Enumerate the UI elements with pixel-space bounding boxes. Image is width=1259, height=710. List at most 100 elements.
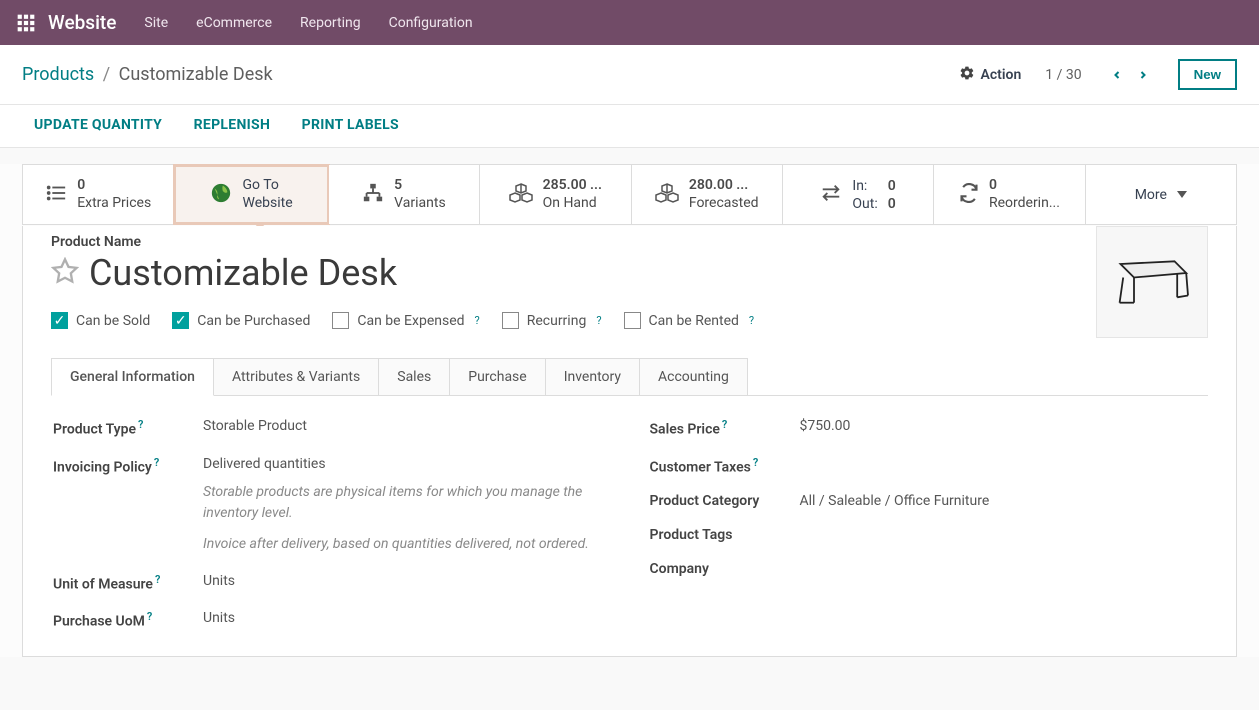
- nav-ecommerce[interactable]: eCommerce: [196, 15, 272, 31]
- check-recurring[interactable]: Recurring?: [502, 312, 602, 329]
- checkbox-icon: [502, 312, 519, 329]
- breadcrumb: Products / Customizable Desk: [22, 64, 273, 85]
- stat-in-out[interactable]: In: 0 Out: 0: [783, 165, 934, 224]
- stat-extra-prices-value: 0: [77, 177, 151, 195]
- top-navbar: Website Site eCommerce Reporting Configu…: [0, 0, 1259, 45]
- check-sold-label: Can be Sold: [76, 313, 150, 329]
- stat-button-row: 0 Extra Prices Go To Website 5 Variants: [22, 164, 1237, 225]
- check-can-be-rented[interactable]: Can be Rented?: [624, 312, 755, 329]
- replenish-link[interactable]: REPLENISH: [194, 117, 271, 133]
- new-button[interactable]: New: [1178, 59, 1237, 90]
- check-can-be-sold[interactable]: ✓ Can be Sold: [51, 312, 150, 329]
- pager-prev[interactable]: [1106, 64, 1128, 86]
- uom-value[interactable]: Units: [203, 573, 610, 589]
- stat-on-hand[interactable]: 285.00 ... On Hand: [480, 165, 631, 224]
- print-labels-link[interactable]: PRINT LABELS: [302, 117, 399, 133]
- product-name-value[interactable]: Customizable Desk: [89, 252, 397, 294]
- product-category-value[interactable]: All / Saleable / Office Furniture: [800, 493, 1207, 509]
- help-icon[interactable]: ?: [753, 456, 758, 469]
- check-purchased-label: Can be Purchased: [197, 313, 310, 329]
- help-icon[interactable]: ?: [154, 456, 159, 469]
- invoicing-policy-label: Invoicing Policy: [53, 459, 152, 475]
- customer-taxes-label: Customer Taxes: [650, 459, 751, 475]
- checkbox-icon: [332, 312, 349, 329]
- breadcrumb-products[interactable]: Products: [22, 64, 94, 85]
- invoicing-policy-value[interactable]: Delivered quantities: [203, 456, 610, 472]
- purchase-uom-label: Purchase UoM: [53, 614, 145, 630]
- stat-in-value: 0: [888, 178, 896, 194]
- nav-configuration[interactable]: Configuration: [389, 15, 473, 31]
- transfer-icon: [820, 184, 842, 206]
- tab-purchase[interactable]: Purchase: [449, 358, 545, 396]
- nav-site[interactable]: Site: [144, 15, 168, 31]
- stat-variants-value: 5: [394, 177, 446, 195]
- app-brand[interactable]: Website: [48, 11, 116, 34]
- stat-go-to-website-line1: Go To: [242, 177, 292, 195]
- sitemap-icon: [362, 182, 384, 208]
- form-tabs: General Information Attributes & Variant…: [51, 358, 1208, 396]
- help-icon[interactable]: ?: [147, 610, 152, 623]
- nav-reporting[interactable]: Reporting: [300, 15, 361, 31]
- stat-go-to-website-line2: Website: [242, 195, 292, 213]
- stat-variants-label: Variants: [394, 195, 446, 213]
- sales-price-value[interactable]: $750.00: [800, 418, 1207, 434]
- checkbox-icon: ✓: [51, 312, 68, 329]
- invoicing-policy-note: Invoice after delivery, based on quantit…: [203, 534, 610, 555]
- check-rented-label: Can be Rented: [649, 313, 739, 329]
- help-icon[interactable]: ?: [749, 314, 754, 327]
- tab-inventory[interactable]: Inventory: [545, 358, 640, 396]
- gear-icon: [959, 65, 975, 85]
- purchase-uom-value[interactable]: Units: [203, 610, 610, 626]
- refresh-icon: [959, 183, 979, 207]
- help-icon[interactable]: ?: [722, 418, 727, 431]
- favorite-star-icon[interactable]: [51, 257, 79, 289]
- stat-reordering-label: Reorderin...: [989, 195, 1060, 213]
- product-name-label: Product Name: [51, 234, 1096, 250]
- check-can-be-purchased[interactable]: ✓ Can be Purchased: [172, 312, 310, 329]
- stat-out-label: Out:: [852, 196, 877, 212]
- tab-general-information[interactable]: General Information: [51, 358, 214, 396]
- stat-extra-prices-label: Extra Prices: [77, 195, 151, 213]
- pager-next[interactable]: [1132, 64, 1154, 86]
- stat-more-label: More: [1135, 187, 1167, 203]
- check-expensed-label: Can be Expensed: [357, 313, 464, 329]
- stat-on-hand-value: 285.00 ...: [543, 177, 602, 195]
- check-can-be-expensed[interactable]: Can be Expensed?: [332, 312, 479, 329]
- stat-on-hand-label: On Hand: [543, 195, 602, 213]
- check-recurring-label: Recurring: [527, 313, 587, 329]
- tab-attributes-variants[interactable]: Attributes & Variants: [213, 358, 379, 396]
- help-icon[interactable]: ?: [475, 314, 480, 327]
- caret-down-icon: [1177, 187, 1187, 203]
- action-links-row: UPDATE QUANTITY REPLENISH PRINT LABELS: [0, 105, 1259, 148]
- product-image[interactable]: [1096, 226, 1208, 338]
- action-dropdown[interactable]: Action: [959, 65, 1022, 85]
- stat-more[interactable]: More: [1086, 165, 1236, 224]
- general-info-panel: Product Type? Storable Product Invoicing…: [51, 395, 1208, 648]
- tab-sales[interactable]: Sales: [378, 358, 450, 396]
- update-quantity-link[interactable]: UPDATE QUANTITY: [34, 117, 162, 133]
- help-icon[interactable]: ?: [596, 314, 601, 327]
- apps-icon[interactable]: [16, 13, 36, 33]
- product-category-label: Product Category: [650, 493, 800, 509]
- boxes-icon: [509, 182, 533, 208]
- tab-accounting[interactable]: Accounting: [639, 358, 748, 396]
- stat-forecasted-value: 280.00 ...: [689, 177, 759, 195]
- company-label: Company: [650, 561, 800, 577]
- product-type-value[interactable]: Storable Product: [203, 418, 610, 434]
- list-icon: [45, 182, 67, 208]
- stat-extra-prices[interactable]: 0 Extra Prices: [23, 165, 174, 224]
- stat-go-to-website[interactable]: Go To Website: [173, 164, 329, 225]
- stat-reordering[interactable]: 0 Reorderin...: [934, 165, 1085, 224]
- checkbox-icon: ✓: [172, 312, 189, 329]
- sales-price-label: Sales Price: [650, 422, 720, 438]
- pager-text[interactable]: 1 / 30: [1045, 67, 1081, 83]
- action-label: Action: [981, 67, 1022, 83]
- product-type-note: Storable products are physical items for…: [203, 482, 610, 524]
- stat-forecasted[interactable]: 280.00 ... Forecasted: [632, 165, 783, 224]
- help-icon[interactable]: ?: [138, 418, 143, 431]
- product-type-label: Product Type: [53, 422, 136, 438]
- help-icon[interactable]: ?: [155, 573, 160, 586]
- globe-icon: [210, 182, 232, 208]
- uom-label: Unit of Measure: [53, 576, 153, 592]
- stat-variants[interactable]: 5 Variants: [329, 165, 480, 224]
